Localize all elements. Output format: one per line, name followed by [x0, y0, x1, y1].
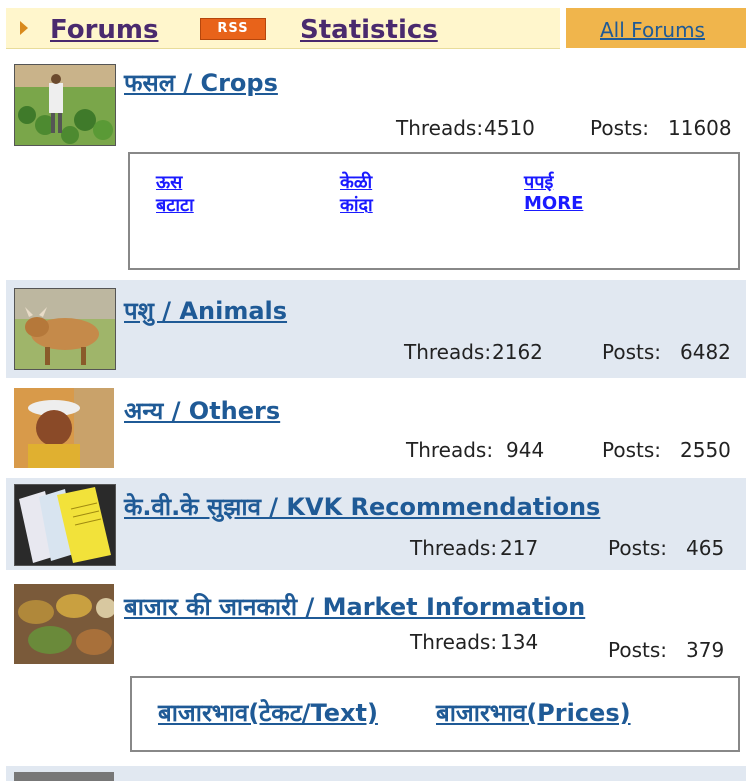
posts-count: 11608	[668, 116, 732, 140]
posts-label: Posts:	[602, 438, 662, 462]
crops-thumbnail[interactable]	[14, 64, 116, 146]
statistics-link[interactable]: Statistics	[300, 15, 438, 45]
threads-label: Threads:	[410, 630, 498, 654]
header-bar: Forums RSS Statistics	[6, 8, 560, 49]
others-thumbnail[interactable]	[14, 388, 114, 468]
threads-label: Threads:	[406, 438, 494, 462]
more-link[interactable]: MORE	[524, 193, 583, 214]
subforum-link[interactable]: कांदा	[340, 193, 373, 217]
threads-count: 944	[506, 438, 545, 462]
forum-row-crops: फसल / Crops Threads: 4510 Posts: 11608 ऊ…	[6, 56, 746, 276]
posts-count: 2550	[680, 438, 731, 462]
forum-row-others: अन्य / Others Threads: 944 Posts: 2550	[6, 382, 746, 472]
subforum-box: बाजारभाव(टेकट/Text) बाजारभाव(Prices)	[130, 676, 740, 752]
posts-label: Posts:	[590, 116, 650, 140]
forum-header: Forums RSS Statistics All Forums	[0, 0, 746, 52]
next-thumbnail[interactable]	[14, 772, 114, 781]
posts-label: Posts:	[608, 536, 668, 560]
threads-count: 134	[500, 630, 539, 654]
subforum-link[interactable]: ऊस	[156, 170, 182, 194]
subforum-box: ऊस केळी पपई बटाटा कांदा MORE	[128, 152, 740, 270]
arrow-right-icon	[20, 21, 28, 35]
forum-title-market[interactable]: बाजार की जानकारी / Market Information	[124, 590, 585, 623]
posts-count: 465	[686, 536, 725, 560]
threads-count: 4510	[484, 116, 535, 140]
threads-count: 2162	[492, 340, 543, 364]
forum-row-next	[6, 766, 746, 781]
forum-title-others[interactable]: अन्य / Others	[124, 394, 280, 427]
market-prices-link[interactable]: बाजारभाव(Prices)	[436, 696, 631, 729]
market-text-link[interactable]: बाजारभाव(टेकट/Text)	[158, 696, 378, 729]
forums-link[interactable]: Forums	[50, 15, 158, 45]
forum-row-kvk: के.वी.के सुझाव / KVK Recommendations Thr…	[6, 478, 746, 570]
posts-label: Posts:	[602, 340, 662, 364]
kvk-thumbnail[interactable]	[14, 484, 116, 566]
forum-title-kvk[interactable]: के.वी.के सुझाव / KVK Recommendations	[124, 490, 600, 523]
threads-label: Threads:	[404, 340, 492, 364]
threads-label: Threads:	[396, 116, 484, 140]
threads-count: 217	[500, 536, 539, 560]
forum-row-animals: पशु / Animals Threads: 2162 Posts: 6482	[6, 280, 746, 378]
posts-label: Posts:	[608, 638, 668, 662]
forum-row-market: बाजार की जानकारी / Market Information Th…	[6, 576, 746, 760]
subforum-link[interactable]: बटाटा	[156, 193, 194, 217]
market-thumbnail[interactable]	[14, 584, 114, 664]
subforum-link[interactable]: पपई	[524, 170, 553, 194]
forum-title-crops[interactable]: फसल / Crops	[124, 66, 278, 99]
all-forums-link[interactable]: All Forums	[600, 18, 705, 42]
posts-count: 379	[686, 638, 725, 662]
subforum-link[interactable]: केळी	[340, 170, 372, 194]
posts-count: 6482	[680, 340, 731, 364]
rss-icon[interactable]: RSS	[200, 18, 266, 40]
threads-label: Threads:	[410, 536, 498, 560]
animals-thumbnail[interactable]	[14, 288, 116, 370]
all-forums-tab[interactable]: All Forums	[566, 8, 746, 48]
forum-title-animals[interactable]: पशु / Animals	[124, 294, 287, 327]
